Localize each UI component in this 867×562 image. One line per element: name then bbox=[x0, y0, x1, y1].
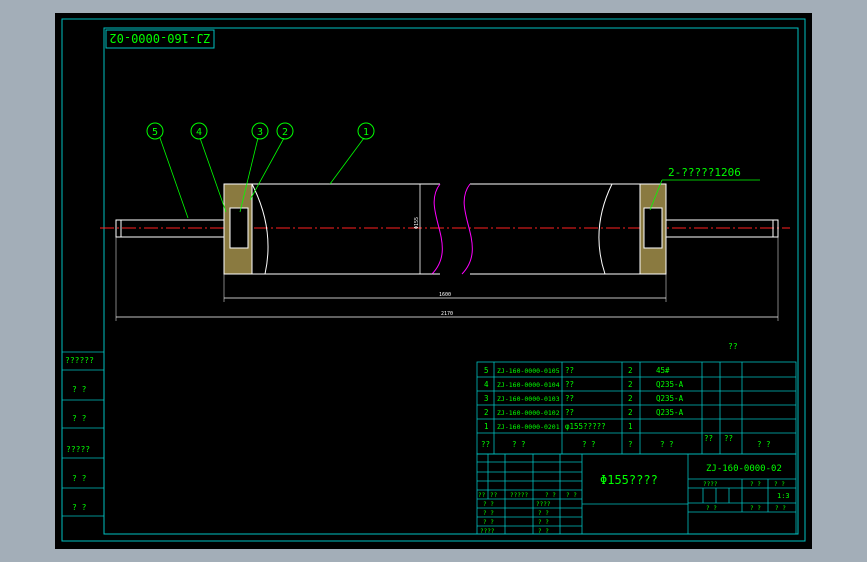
svg-text:??: ?? bbox=[724, 434, 733, 443]
svg-text:?: ? bbox=[628, 440, 633, 449]
parts-cell-material: Q235-A bbox=[656, 394, 684, 403]
svg-text:????: ???? bbox=[480, 528, 495, 535]
svg-text:? ?: ? ? bbox=[483, 519, 494, 526]
parts-cell-name: ?? bbox=[565, 366, 574, 375]
side-label-6: ? ? bbox=[72, 503, 87, 512]
parts-cell-qty: 2 bbox=[628, 366, 633, 375]
parts-cell-material: Q235-A bbox=[656, 408, 684, 417]
right-bearing bbox=[643, 207, 663, 249]
svg-text:4: 4 bbox=[196, 127, 202, 138]
parts-cell-qty: 2 bbox=[628, 394, 633, 403]
side-label-5: ? ? bbox=[72, 474, 87, 483]
parts-cell-name: ?? bbox=[565, 394, 574, 403]
left-bearing bbox=[229, 207, 249, 249]
svg-text:5: 5 bbox=[152, 127, 158, 138]
svg-text:2: 2 bbox=[282, 127, 288, 138]
svg-text:????: ???? bbox=[536, 501, 551, 508]
svg-text:? ?: ? ? bbox=[483, 501, 494, 508]
svg-text:? ?: ? ? bbox=[774, 481, 785, 488]
parts-cell-code: ZJ-160-0000-0105 bbox=[497, 367, 560, 375]
parts-cell-material: 45# bbox=[656, 366, 670, 375]
svg-text:? ?: ? ? bbox=[582, 440, 596, 449]
parts-cell-name: ?? bbox=[565, 408, 574, 417]
svg-text:3: 3 bbox=[257, 127, 263, 138]
svg-text:1:3: 1:3 bbox=[777, 492, 790, 500]
parts-cell-qty: 2 bbox=[628, 408, 633, 417]
inner-length-text: 1600 bbox=[439, 292, 451, 298]
parts-cell-no: 5 bbox=[484, 366, 489, 375]
overall-length-text: 2170 bbox=[441, 311, 453, 317]
cad-drawing-canvas: ZJ-160-0000-02 ?????? ? ? ? ? ????? ? ? … bbox=[55, 13, 812, 549]
side-label-3: ? ? bbox=[72, 414, 87, 423]
parts-cell-name: φ155????? bbox=[565, 422, 606, 431]
parts-cell-no: 3 bbox=[484, 394, 489, 403]
svg-text:? ?: ? ? bbox=[545, 492, 556, 499]
svg-text:? ?: ? ? bbox=[757, 440, 771, 449]
technical-note: ?? bbox=[728, 342, 738, 351]
svg-text:? ?: ? ? bbox=[750, 481, 761, 488]
drawing-number-mirrored: ZJ-160-0000-02 bbox=[109, 31, 210, 45]
svg-text:? ?: ? ? bbox=[512, 440, 526, 449]
svg-text:??: ?? bbox=[481, 440, 490, 449]
parts-cell-code: ZJ-160-0000-0102 bbox=[497, 409, 560, 417]
svg-text:? ?: ? ? bbox=[483, 510, 494, 517]
bearing-callout: 2-?????1206 bbox=[668, 166, 741, 179]
product-name: Φ155???? bbox=[600, 473, 658, 487]
svg-text:??: ?? bbox=[490, 492, 498, 499]
parts-cell-code: ZJ-160-0000-0103 bbox=[497, 395, 560, 403]
svg-text:? ?: ? ? bbox=[706, 505, 717, 512]
parts-cell-no: 2 bbox=[484, 408, 489, 417]
svg-text:??: ?? bbox=[478, 492, 486, 499]
parts-cell-code: ZJ-160-0000-0201 bbox=[497, 423, 560, 431]
parts-cell-qty: 2 bbox=[628, 380, 633, 389]
parts-cell-material: Q235-A bbox=[656, 380, 684, 389]
parts-cell-name: ?? bbox=[565, 380, 574, 389]
svg-text:??: ?? bbox=[704, 434, 713, 443]
diameter-dim-text: Φ155 bbox=[414, 217, 420, 229]
drawing-number: ZJ-160-0000-02 bbox=[706, 464, 782, 474]
side-label-4: ????? bbox=[66, 445, 90, 454]
svg-text:? ?: ? ? bbox=[538, 519, 549, 526]
drawing-number-box: ZJ-160-0000-02 bbox=[105, 29, 215, 49]
parts-cell-no: 4 bbox=[484, 380, 489, 389]
svg-text:? ?: ? ? bbox=[538, 510, 549, 517]
parts-cell-no: 1 bbox=[484, 422, 489, 431]
parts-cell-qty: 1 bbox=[628, 422, 633, 431]
svg-text:? ?: ? ? bbox=[566, 492, 577, 499]
svg-text:? ?: ? ? bbox=[660, 440, 674, 449]
svg-text:?????: ????? bbox=[510, 492, 528, 499]
svg-text:? ?: ? ? bbox=[775, 505, 786, 512]
svg-text:1: 1 bbox=[363, 127, 369, 138]
svg-text:? ?: ? ? bbox=[750, 505, 761, 512]
parts-cell-code: ZJ-160-0000-0104 bbox=[497, 381, 560, 389]
side-label-1: ?????? bbox=[65, 356, 94, 365]
svg-text:? ?: ? ? bbox=[538, 528, 549, 535]
drawing-sheet bbox=[55, 13, 812, 549]
side-label-2: ? ? bbox=[72, 385, 87, 394]
svg-text:????: ???? bbox=[703, 481, 718, 488]
